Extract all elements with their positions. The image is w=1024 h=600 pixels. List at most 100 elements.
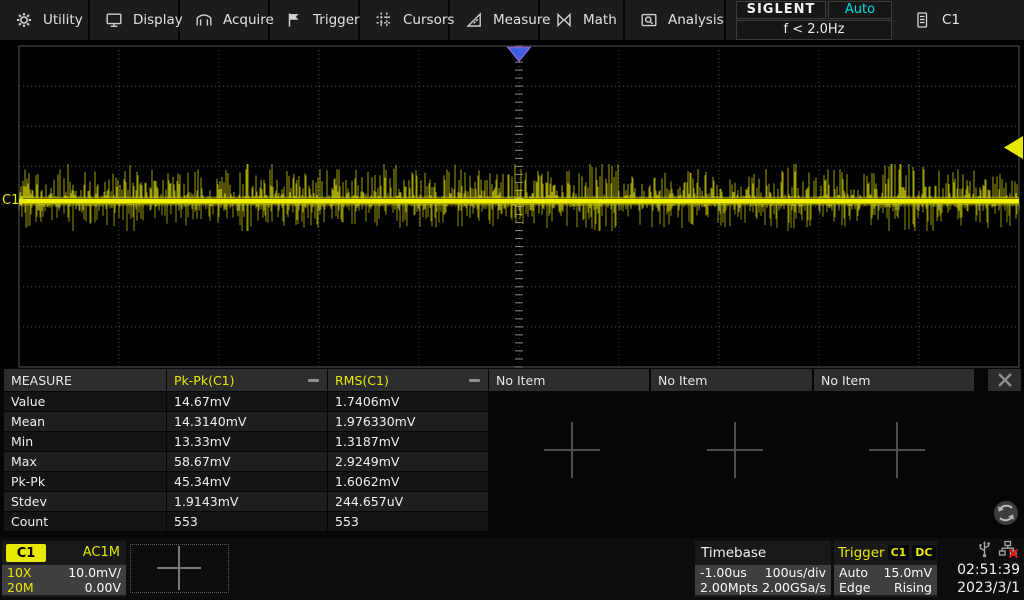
trigger-slope: Rising	[894, 580, 932, 595]
channel-offset-marker[interactable]: C1	[2, 193, 27, 208]
channel-offset-label: C1	[2, 193, 19, 208]
bottom-status-bar: C1 AC1M 10X 10.0mV/ 20M 0.00V Timebase -…	[0, 538, 1024, 600]
trigger-title: Trigger	[838, 545, 885, 561]
measure-value-cell: 58.67mV	[167, 452, 327, 471]
waveform-display: C1	[0, 40, 1024, 368]
menu-math[interactable]: Math	[540, 0, 625, 40]
trigger-source-badge: C1	[888, 545, 910, 560]
menu-math-label: Math	[583, 12, 617, 28]
add-measurement-placeholder-3[interactable]	[869, 422, 925, 478]
menu-trigger[interactable]: Trigger	[270, 0, 360, 40]
analysis-icon	[640, 11, 658, 29]
graticule-and-trace	[0, 40, 1024, 368]
remove-measurement-1-button[interactable]	[306, 373, 320, 387]
measure-panel: MEASURE Pk-Pk(C1) RMS(C1) No Item No Ite…	[0, 368, 1024, 538]
system-time: 02:51:39	[957, 561, 1021, 579]
add-measurement-placeholder-1[interactable]	[544, 422, 600, 478]
channel1-coupling: AC1M	[83, 545, 120, 560]
siglent-logo: SIGLENT	[736, 1, 826, 19]
system-date: 2023/3/1	[957, 579, 1021, 597]
timebase-sample-rate: 2.00GSa/s	[762, 580, 826, 595]
trigger-descriptor[interactable]: Trigger C1 DC Auto 15.0mV Edge Rising	[834, 541, 937, 597]
display-icon	[105, 11, 123, 29]
menu-display-label: Display	[133, 12, 183, 28]
flag-icon	[285, 11, 303, 29]
usb-icon	[977, 540, 992, 562]
reset-icon	[992, 499, 1020, 527]
close-icon	[995, 370, 1015, 390]
frequency-counter: f < 2.0Hz	[736, 20, 892, 40]
notification-channel-label: C1	[942, 12, 960, 28]
menu-measure[interactable]: Measure	[450, 0, 540, 40]
channel-offset-arrow-icon	[20, 197, 27, 205]
menu-cursors[interactable]: Cursors	[360, 0, 450, 40]
measure-col1-header[interactable]: Pk-Pk(C1)	[167, 369, 327, 391]
menu-acquire[interactable]: Acquire	[180, 0, 270, 40]
measure-empty-slot-1[interactable]: No Item	[489, 369, 649, 391]
measure-value-cell: 1.9143mV	[167, 492, 327, 511]
measure-value-cell: 14.67mV	[167, 392, 327, 411]
channel1-offset: 0.00V	[85, 580, 121, 595]
menu-utility-label: Utility	[43, 12, 83, 28]
measure-value-cell: 1.3187mV	[328, 432, 488, 451]
measure-row-label: Stdev	[4, 492, 166, 511]
lan-disconnected-icon	[998, 540, 1019, 562]
measure-empty-slot-3[interactable]: No Item	[814, 369, 974, 391]
measure-value-cell: 2.9249mV	[328, 452, 488, 471]
measure-value-cell: 13.33mV	[167, 432, 327, 451]
timebase-title: Timebase	[695, 541, 831, 564]
measure-row-label: Mean	[4, 412, 166, 431]
measure-value-cell: 553	[167, 512, 327, 531]
trigger-coupling-badge: DC	[912, 545, 935, 560]
measure-row-label: Count	[4, 512, 166, 531]
measure-col1-label: Pk-Pk(C1)	[174, 373, 235, 388]
timebase-scale: 100us/div	[765, 565, 826, 580]
document-icon	[914, 11, 930, 29]
acquire-icon	[195, 11, 213, 29]
measure-value-cell: 1.976330mV	[328, 412, 488, 431]
measure-value-cell: 244.657uV	[328, 492, 488, 511]
notification-button[interactable]: C1	[914, 0, 960, 40]
measure-value-cell: 1.7406mV	[328, 392, 488, 411]
acquisition-status-block: SIGLENT Auto f < 2.0Hz	[736, 0, 892, 40]
trigger-type: Edge	[839, 580, 870, 595]
timebase-memory-depth: 2.00Mpts	[700, 580, 758, 595]
timebase-descriptor[interactable]: Timebase -1.00us 100us/div 2.00Mpts 2.00…	[695, 541, 831, 597]
menu-cursors-label: Cursors	[403, 12, 454, 28]
measure-value-cell: 45.34mV	[167, 472, 327, 491]
remove-measurement-2-button[interactable]	[467, 373, 481, 387]
trigger-position-marker[interactable]	[508, 48, 530, 62]
measure-row-label: Value	[4, 392, 166, 411]
close-measure-panel-button[interactable]	[988, 369, 1021, 391]
measure-row-label: Pk-Pk	[4, 472, 166, 491]
channel1-descriptor[interactable]: C1 AC1M 10X 10.0mV/ 20M 0.00V	[2, 541, 126, 597]
plus-icon	[157, 546, 201, 590]
measure-value-cell: 1.6062mV	[328, 472, 488, 491]
trigger-level: 15.0mV	[883, 565, 932, 580]
measure-title: MEASURE	[4, 369, 166, 391]
reset-statistics-button[interactable]	[992, 499, 1020, 527]
system-status: 02:51:39 2023/3/1	[941, 541, 1021, 597]
trigger-level-marker[interactable]	[1004, 136, 1023, 159]
add-channel-button[interactable]	[130, 544, 229, 593]
menu-display[interactable]: Display	[90, 0, 180, 40]
menu-utility[interactable]: Utility	[0, 0, 90, 40]
measure-col2-header[interactable]: RMS(C1)	[328, 369, 488, 391]
measure-empty-slot-2[interactable]: No Item	[651, 369, 812, 391]
channel1-badge[interactable]: C1	[6, 544, 46, 562]
acquisition-status: Auto	[828, 1, 892, 19]
add-measurement-placeholder-2[interactable]	[707, 422, 763, 478]
menu-trigger-label: Trigger	[313, 12, 360, 28]
measure-row-label: Min	[4, 432, 166, 451]
math-icon	[555, 11, 573, 29]
channel1-attenuation: 10X	[7, 565, 31, 580]
measure-value-cell: 553	[328, 512, 488, 531]
channel1-volts-per-div: 10.0mV/	[68, 565, 121, 580]
measure-col2-label: RMS(C1)	[335, 373, 389, 388]
measure-row-label: Max	[4, 452, 166, 471]
menu-analysis[interactable]: Analysis	[625, 0, 726, 40]
measure-value-cell: 14.3140mV	[167, 412, 327, 431]
timebase-delay: -1.00us	[700, 565, 747, 580]
top-menu-bar: Utility Display Acquire Trigger	[0, 0, 1024, 40]
channel1-bandwidth: 20M	[7, 580, 34, 595]
